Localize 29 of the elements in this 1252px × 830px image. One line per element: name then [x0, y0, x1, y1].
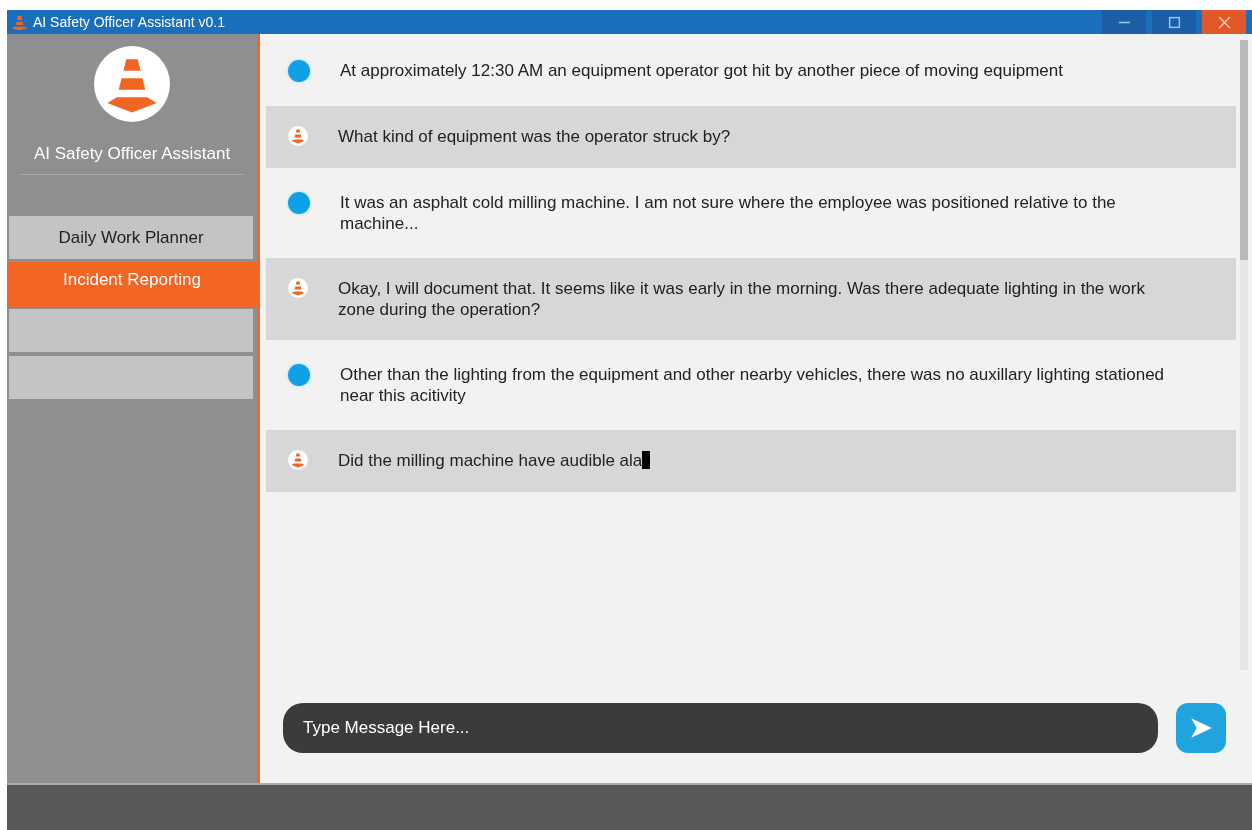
- user-avatar-icon: [288, 192, 310, 214]
- maximize-button[interactable]: [1152, 10, 1196, 34]
- window-title: AI Safety Officer Assistant v0.1: [33, 14, 226, 30]
- message-input[interactable]: Type Message Here...: [283, 703, 1158, 753]
- cone-avatar-icon: [288, 450, 308, 470]
- message-text: Did the milling machine have audible ala: [338, 450, 651, 471]
- app-name: AI Safety Officer Assistant: [33, 144, 231, 164]
- nav-item[interactable]: [9, 309, 253, 352]
- message-text: It was an asphalt cold milling machine. I am not sure where the employee was positioned relative to the machine...: [340, 192, 1117, 234]
- scrollbar[interactable]: [1240, 40, 1248, 670]
- cone-icon: [11, 13, 28, 31]
- send-button[interactable]: [1176, 703, 1226, 753]
- minimize-button[interactable]: [1102, 10, 1146, 34]
- user-avatar-icon: [288, 364, 310, 386]
- message-text: What kind of equipment was the operator struck by?: [338, 126, 731, 147]
- maximize-icon: [1167, 15, 1181, 29]
- message-text: Other than the lighting from the equipment and other nearby vehicles, there was no auxillary lighting stationed near this acitivity: [340, 364, 1166, 406]
- nav-item[interactable]: Daily Work Planner: [9, 216, 253, 259]
- close-button[interactable]: [1202, 10, 1246, 34]
- cone-logo-icon: [94, 46, 170, 122]
- text-cursor: [642, 451, 651, 469]
- message-text: Okay, I will document that. It seems like it was early in the morning. Was there adequate lighting in the work zone during the operation?: [338, 278, 1146, 320]
- message-text: At approximately 12:30 AM an equipment operator got hit by another piece of moving equipment: [340, 60, 1063, 81]
- cone-avatar-icon: [288, 126, 308, 146]
- nav-item[interactable]: [9, 356, 253, 399]
- send-icon: [1188, 715, 1214, 741]
- close-icon: [1217, 15, 1231, 29]
- cone-avatar-icon: [288, 278, 308, 298]
- user-avatar-icon: [288, 60, 310, 82]
